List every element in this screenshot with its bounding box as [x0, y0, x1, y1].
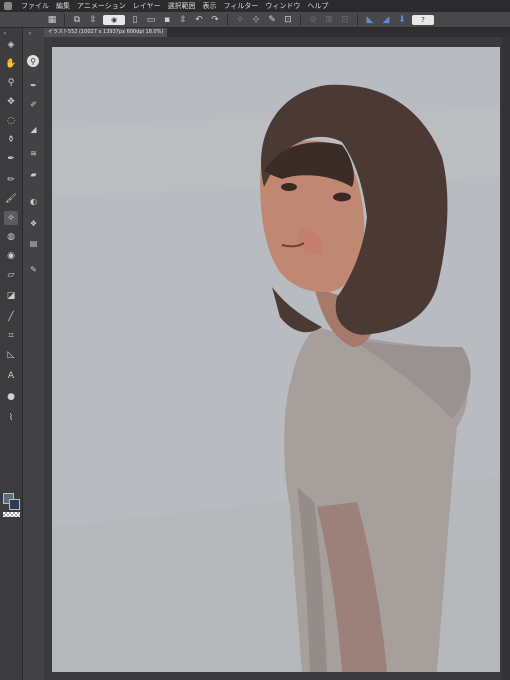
move-icon[interactable]: ✥ [4, 95, 18, 109]
brush-tip-icon[interactable]: ◈ [4, 38, 18, 52]
brush-size-icon[interactable]: ◢ [27, 123, 40, 136]
color-wheel-icon[interactable]: ◐ [27, 195, 40, 208]
zoom-icon[interactable]: ⚲ [4, 76, 18, 90]
correct-line-icon[interactable]: ⌇ [4, 411, 18, 425]
eye-badge-icon[interactable]: ◉ [103, 14, 125, 25]
ruler-blue-icon[interactable]: ◣ [364, 14, 376, 26]
menu-layer[interactable]: レイヤー [133, 0, 161, 12]
save-icon[interactable]: ▪ [161, 14, 173, 26]
line-icon[interactable]: ╱ [4, 310, 18, 324]
color-set-icon[interactable]: ❖ [27, 217, 40, 230]
collapse-left-icon[interactable]: « [3, 30, 7, 37]
crop-icon[interactable]: ⊡ [282, 14, 294, 26]
menubar: ファイル 編集 アニメーション レイヤー 選択範囲 表示 フィルター ウィンドウ… [0, 0, 510, 12]
toolbar-divider [227, 13, 228, 26]
pin-blue-icon[interactable]: ⬇ [396, 14, 408, 26]
grid-icon[interactable]: ▦ [46, 14, 58, 26]
search-icon[interactable]: ⚲ [27, 55, 39, 67]
menu-filter[interactable]: フィルター [224, 0, 259, 12]
toolbar-divider [64, 13, 65, 26]
ruler-icon[interactable]: ◺ [4, 348, 18, 362]
brush-icon[interactable]: ✎ [266, 14, 278, 26]
sub-palette: « ⚲ ✒ ✐ ◢ ≋ ▰ ◐ ❖ ▤ ✎ [23, 28, 45, 680]
undo-icon[interactable]: ↶ [193, 14, 205, 26]
menu-view[interactable]: 表示 [203, 0, 217, 12]
dim-icon-3[interactable]: ⊟ [339, 14, 351, 26]
navigator-icon[interactable]: ⧉ [71, 14, 83, 26]
canvas-scrollbar[interactable] [502, 37, 510, 680]
arrows-updown-icon[interactable]: ⇳ [87, 14, 99, 26]
command-bar: ▦ ⧉ ⇳ ◉ ▯ ▭ ▪ ⇳ ↶ ↷ ⁘ ⊹ ✎ ⊡ ⊘ ⊞ ⊟ ◣ ◢ ⬇ … [0, 12, 510, 28]
right-eye [333, 192, 351, 202]
color-slider-icon[interactable]: ▤ [27, 237, 40, 250]
dropper-icon[interactable]: ⚱ [4, 133, 18, 147]
layers-icon[interactable]: ≋ [27, 147, 40, 160]
redo-icon[interactable]: ↷ [209, 14, 221, 26]
blend-icon[interactable]: ◍ [4, 230, 18, 244]
pen-icon[interactable]: ✒ [4, 152, 18, 166]
lasso-icon[interactable]: ◌ [4, 114, 18, 128]
open-file-icon[interactable]: ▭ [145, 14, 157, 26]
left-eye [281, 183, 297, 191]
toolbar-divider [300, 13, 301, 26]
transparent-color-swatch[interactable] [3, 512, 20, 517]
pencil-icon[interactable]: ✏ [4, 173, 18, 187]
menu-selection[interactable]: 選択範囲 [168, 0, 196, 12]
dim-icon-1[interactable]: ⊘ [307, 14, 319, 26]
document-tab[interactable]: イラスト552 (10027 x 13937px 600dpi 18.0%) [44, 28, 168, 37]
hand-icon[interactable]: ✋ [4, 57, 18, 71]
new-file-icon[interactable]: ▯ [129, 14, 141, 26]
eraser-icon[interactable]: ▱ [4, 268, 18, 282]
text-icon[interactable]: A [4, 369, 18, 383]
menu-animation[interactable]: アニメーション [77, 0, 126, 12]
help-icon[interactable]: ? [412, 14, 434, 25]
select-dots-icon[interactable]: ⁘ [234, 14, 246, 26]
sub-brush-icon[interactable]: ✎ [27, 263, 40, 276]
menu-window[interactable]: ウィンドウ [265, 0, 300, 12]
tool-palette: « ◈ ✋ ⚲ ✥ ◌ ⚱ ✒ ✏ 🖌 ⟡ ◍ ◉ ▱ ◪ ╱ ⌗ ◺ A ● … [0, 28, 23, 680]
transform-icon[interactable]: ⊹ [250, 14, 262, 26]
menu-help[interactable]: ヘルプ [307, 0, 328, 12]
airbrush-icon[interactable]: ⟡ [4, 211, 18, 225]
dim-icon-2[interactable]: ⊞ [323, 14, 335, 26]
menu-edit[interactable]: 編集 [56, 0, 70, 12]
arrows-updown-icon-2[interactable]: ⇳ [177, 14, 189, 26]
collapse-left-icon-2[interactable]: « [28, 30, 32, 37]
gradient-icon[interactable]: ◪ [4, 289, 18, 303]
brush-settings-icon[interactable]: ✐ [27, 98, 40, 111]
menu-file[interactable]: ファイル [21, 0, 49, 12]
painting [52, 47, 500, 672]
app-logo-icon[interactable] [4, 2, 12, 10]
folder-icon[interactable]: ▰ [27, 168, 40, 181]
canvas[interactable] [52, 47, 500, 672]
document-tabbar: イラスト552 (10027 x 13937px 600dpi 18.0%) [44, 28, 510, 37]
toolbar-divider [357, 13, 358, 26]
app-window: ファイル 編集 アニメーション レイヤー 選択範囲 表示 フィルター ウィンドウ… [0, 0, 510, 680]
fill-icon[interactable]: ◉ [4, 249, 18, 263]
ruler-blue-icon-2[interactable]: ◢ [380, 14, 392, 26]
brush-tool-icon[interactable]: 🖌 [4, 192, 18, 206]
sub-color-swatch[interactable] [9, 499, 20, 510]
pen-settings-icon[interactable]: ✒ [27, 79, 40, 92]
balloon-icon[interactable]: ● [4, 390, 18, 404]
frame-icon[interactable]: ⌗ [4, 329, 18, 343]
